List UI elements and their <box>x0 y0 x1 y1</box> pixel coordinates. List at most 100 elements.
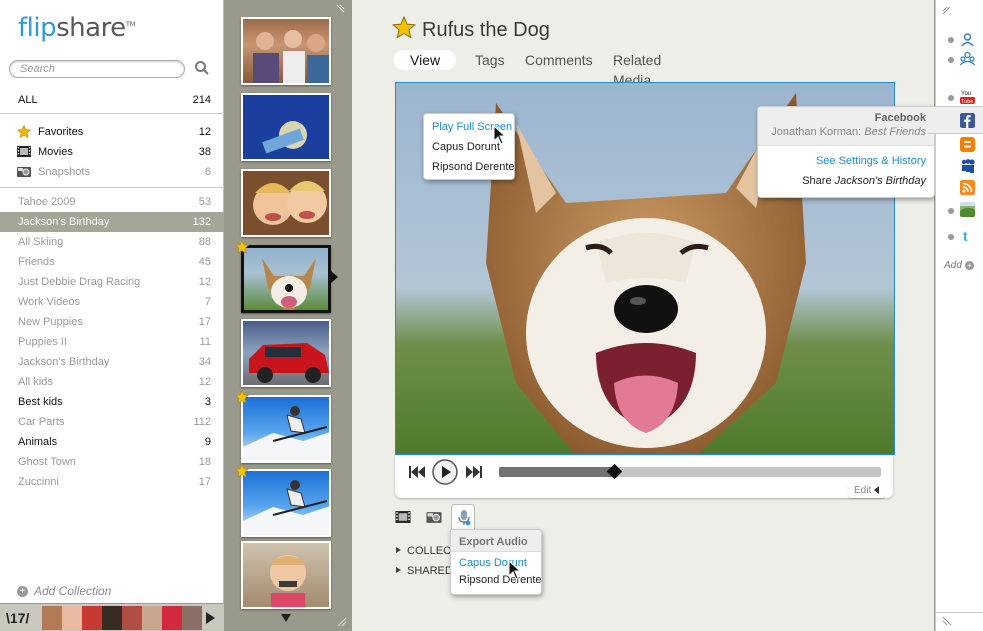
thumbnail-toddler[interactable] <box>241 541 331 609</box>
sidebar-item-collection[interactable]: Ghost Town 18 <box>0 452 224 472</box>
sidebar-item-collection[interactable]: Animals 9 <box>0 432 224 452</box>
logo-flip: flip <box>18 13 57 43</box>
favorite-star-icon[interactable] <box>235 390 249 404</box>
thumbnail-skier-2[interactable] <box>241 469 331 537</box>
film-icon[interactable] <box>395 510 411 524</box>
group-icon[interactable] <box>960 51 975 66</box>
menu-item-ripsond-derente[interactable]: Ripsond Derente <box>432 161 515 173</box>
share-user: Jonathan Korman: <box>771 126 862 138</box>
svg-text:Tube: Tube <box>961 99 973 104</box>
sidebar-item-label: Tahoe 2009 <box>18 196 76 208</box>
strip-thumbnail[interactable] <box>42 606 62 630</box>
facebook-icon[interactable] <box>960 113 975 128</box>
resize-grip-icon[interactable] <box>942 616 952 626</box>
resize-grip-icon[interactable] <box>942 6 952 16</box>
progress-bar[interactable] <box>499 463 881 480</box>
sidebar-item-snapshots[interactable]: Snapshots 6 <box>0 162 224 182</box>
strip-thumbnail[interactable] <box>142 606 162 630</box>
sidebar-item-favorites[interactable]: Favorites 12 <box>0 122 224 142</box>
sidebar-item-label: All kids <box>18 376 53 388</box>
add-collection-label: Add Collection <box>34 584 112 598</box>
sidebar-item-collection[interactable]: Car Parts 112 <box>0 412 224 432</box>
blogger-icon[interactable] <box>960 137 975 152</box>
favorite-star-icon[interactable] <box>235 464 249 478</box>
sidebar-item-movies[interactable]: Movies 38 <box>0 142 224 162</box>
strip-thumbnail[interactable] <box>162 606 182 630</box>
search-icon[interactable] <box>194 60 210 76</box>
add-collection-button[interactable]: + Add Collection <box>17 584 111 598</box>
search-input[interactable]: Search <box>9 60 185 78</box>
thumbnail-kids[interactable] <box>241 169 331 237</box>
thumbnail-rufus[interactable] <box>241 245 331 313</box>
sidebar-item-label: Jackson's Birthday <box>18 216 110 228</box>
favorite-star-icon[interactable] <box>235 240 249 254</box>
resize-grip-icon[interactable] <box>335 4 345 14</box>
sidebar-item-label: Ghost Town <box>18 456 76 468</box>
sidebar-item-label: Puppies II <box>18 336 67 348</box>
share-album: Best Friends <box>864 126 926 138</box>
tab-view[interactable]: View <box>394 50 457 70</box>
twitter-icon[interactable]: t <box>960 228 975 243</box>
svg-text:You: You <box>961 91 971 97</box>
favorite-star-icon[interactable] <box>392 16 416 40</box>
play-icon[interactable] <box>206 612 215 624</box>
resize-grip-icon[interactable] <box>337 617 347 627</box>
logo-tm: TM <box>125 20 136 29</box>
thumbnail-bottle[interactable] <box>241 93 331 161</box>
share-collection-button[interactable]: Share Jackson's Birthday <box>802 175 926 187</box>
tab-tags[interactable]: Tags <box>475 50 505 70</box>
photo-service-icon[interactable] <box>960 202 975 217</box>
sidebar-item-count: 17 <box>198 476 211 488</box>
sidebar-item-collection[interactable]: Puppies II 11 <box>0 332 224 352</box>
contact-icon[interactable] <box>960 32 975 47</box>
sidebar-item-label: Work Videos <box>18 296 80 308</box>
share-prefix: Share <box>802 175 832 187</box>
sidebar-item-count: 11 <box>199 336 211 348</box>
section-label: SHARED <box>407 565 453 577</box>
strip-thumbnail[interactable] <box>102 606 122 630</box>
edit-button[interactable]: Edit <box>847 484 885 498</box>
menu-item-capus-dorunt[interactable]: Capus Dorunt <box>432 141 500 153</box>
youtube-icon[interactable]: You Tube <box>960 89 975 104</box>
collections-section[interactable]: COLLECT <box>396 545 458 557</box>
sidebar-item-collection[interactable]: All kids 12 <box>0 372 224 392</box>
skip-back-icon[interactable] <box>409 466 425 478</box>
strip-thumbnail[interactable] <box>122 606 142 630</box>
thumbnail-skier-1[interactable] <box>241 395 331 463</box>
sidebar-divider <box>0 113 224 114</box>
scroll-down-icon[interactable] <box>281 614 291 622</box>
sidebar-item-collection[interactable]: Tahoe 2009 53 <box>0 192 224 212</box>
strip-thumbnail[interactable] <box>82 606 102 630</box>
camera-icon[interactable] <box>426 510 442 524</box>
strip-thumbnail[interactable] <box>62 606 82 630</box>
play-button-icon[interactable] <box>432 459 458 485</box>
sidebar-item-collection[interactable]: Zuccinni 17 <box>0 472 224 492</box>
menu-item-ripsond-derente[interactable]: Ripsond Derente <box>459 574 542 586</box>
logo-share: share <box>56 13 126 43</box>
sidebar-item-collection[interactable]: Jackson's Birthday 34 <box>0 352 224 372</box>
sidebar-item-collection[interactable]: Work Videos 7 <box>0 292 224 312</box>
sidebar-item-all[interactable]: ALL 214 <box>0 90 224 110</box>
sidebar-item-label: Friends <box>18 256 55 268</box>
sidebar-item-collection[interactable]: New Puppies 17 <box>0 312 224 332</box>
see-settings-history-link[interactable]: See Settings & History <box>816 155 926 167</box>
tab-related-media[interactable]: Related Media <box>613 50 661 88</box>
shared-section[interactable]: SHARED <box>396 565 453 577</box>
sidebar-item-collection[interactable]: Just Debbie Drag Racing 12 <box>0 272 224 292</box>
myspace-icon[interactable] <box>960 158 975 173</box>
sidebar-item-collection[interactable]: Friends 45 <box>0 252 224 272</box>
tab-comments[interactable]: Comments <box>525 50 593 70</box>
sidebar-item-count: 12 <box>198 126 211 138</box>
sidebar-item-collection[interactable]: Jackson's Birthday 132 <box>0 212 224 232</box>
sidebar-item-collection[interactable]: Best kids 3 <box>0 392 224 412</box>
strip-thumbnail[interactable] <box>182 606 202 630</box>
sidebar-item-collection[interactable]: All Skiing 88 <box>0 232 224 252</box>
sidebar-item-count: 214 <box>192 94 211 106</box>
thumbnail-red-car[interactable] <box>241 319 331 387</box>
thumbnail-friends[interactable] <box>241 17 331 85</box>
sidebar-item-count: 38 <box>198 146 211 158</box>
rss-icon[interactable] <box>960 180 975 195</box>
skip-forward-icon[interactable] <box>466 466 482 478</box>
add-service-button[interactable]: Add + <box>944 260 974 271</box>
export-audio-button[interactable] <box>451 504 475 530</box>
